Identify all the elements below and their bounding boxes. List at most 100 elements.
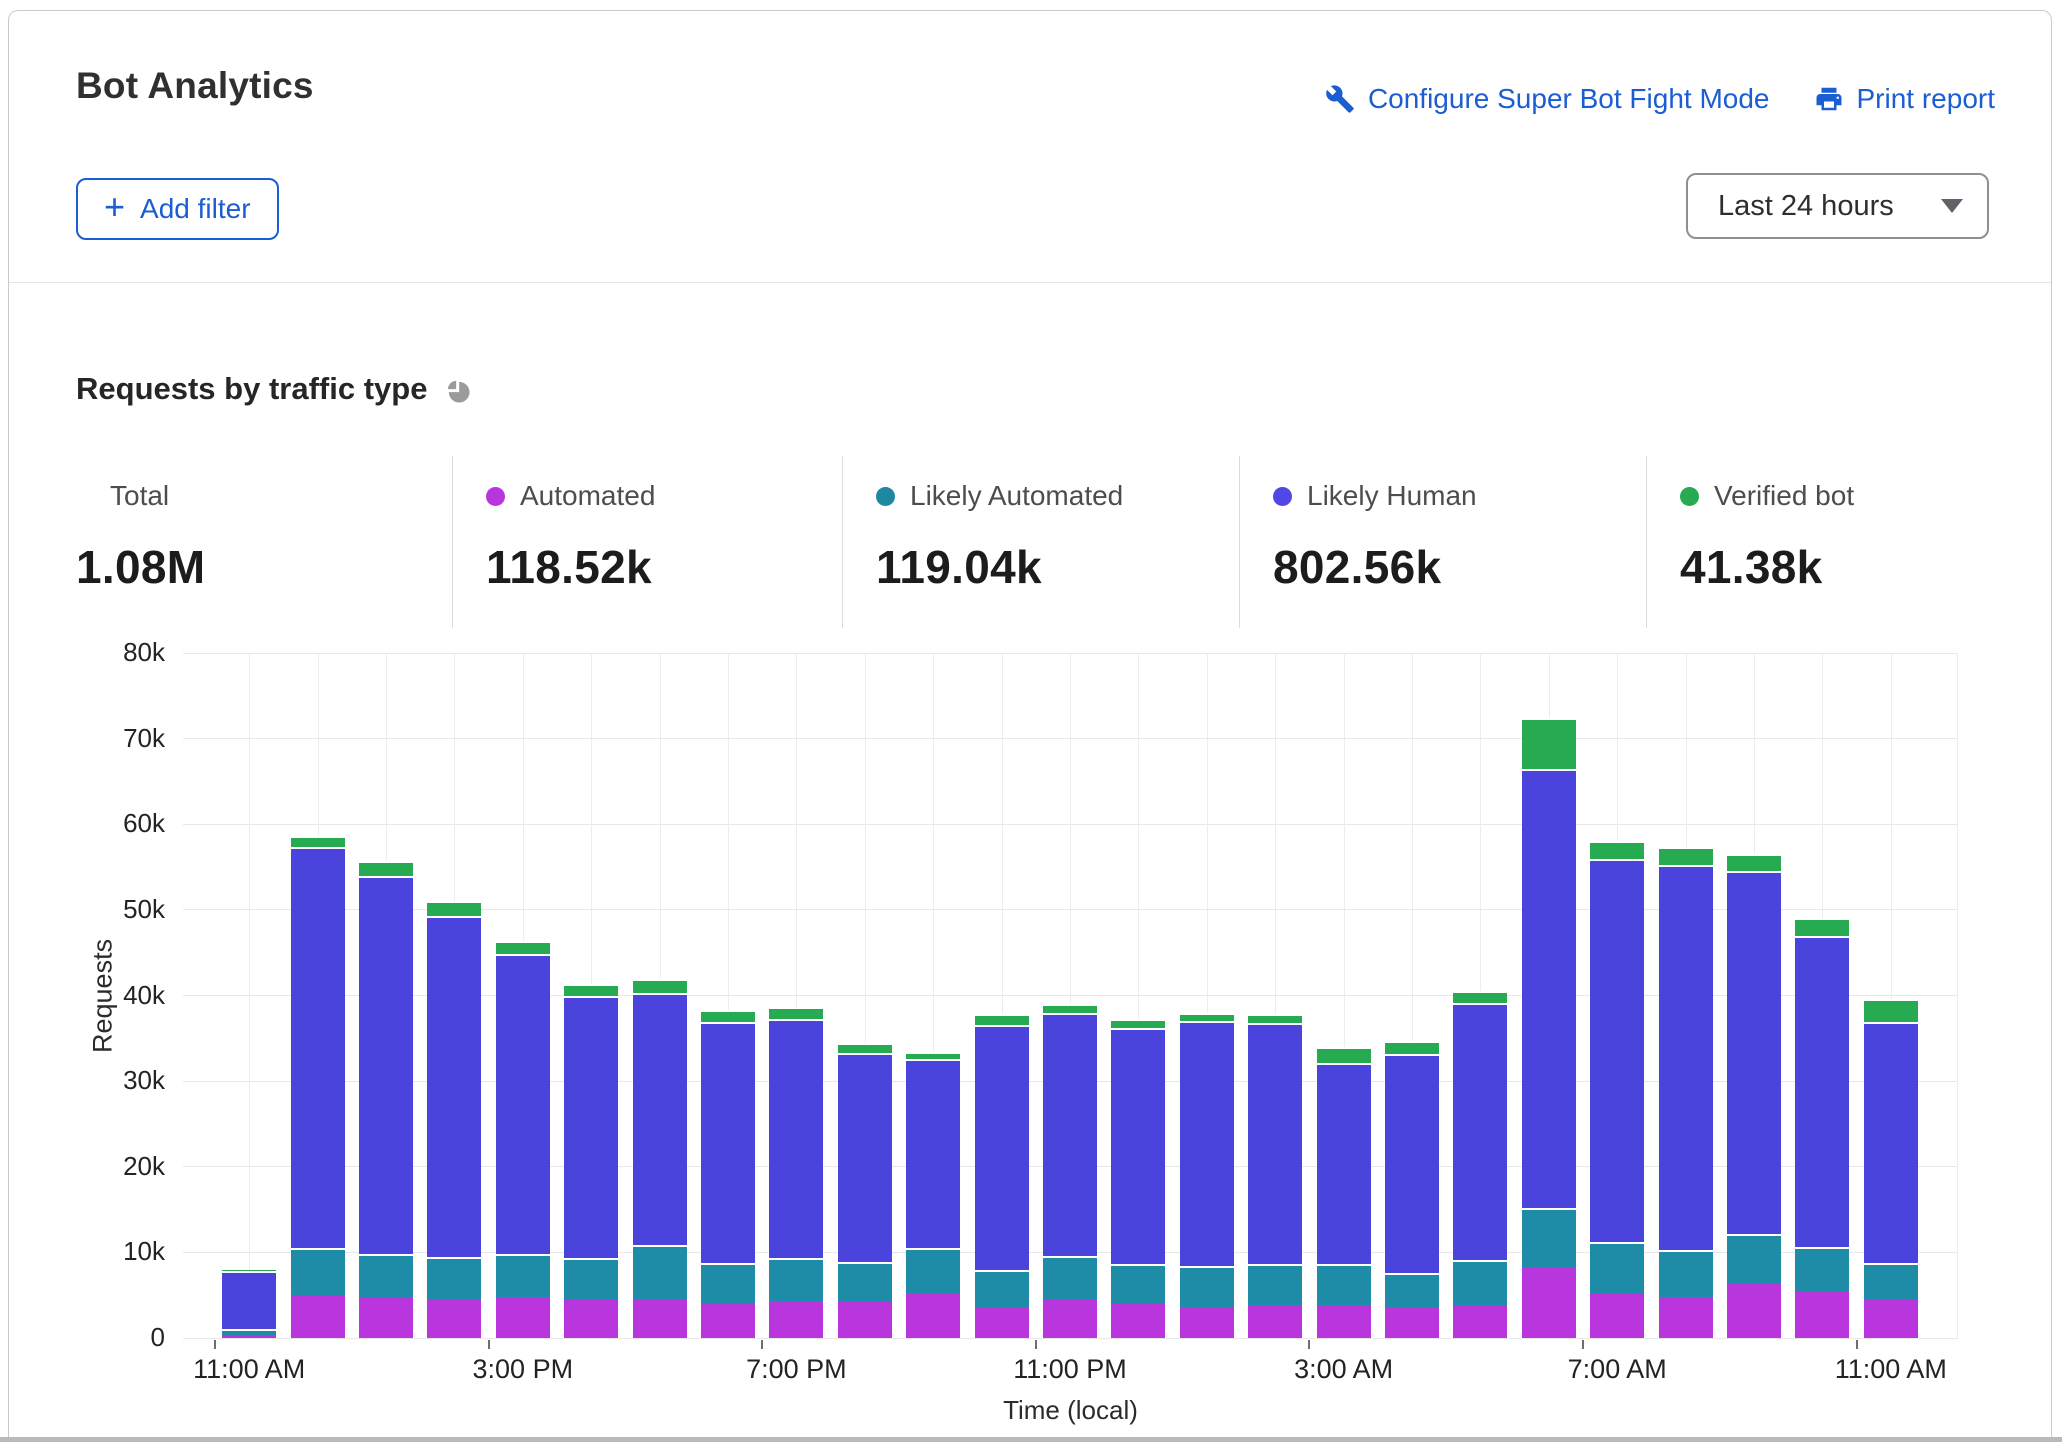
segment-automated[interactable]: [1248, 1305, 1302, 1338]
segment-automated[interactable]: [1795, 1291, 1849, 1338]
bar-100pm[interactable]: [359, 653, 413, 1338]
segment-likely-human[interactable]: [359, 876, 413, 1254]
segment-verified-bot[interactable]: [222, 1270, 276, 1272]
segment-likely-automated[interactable]: [1248, 1264, 1302, 1305]
bar-600am[interactable]: [1522, 653, 1576, 1338]
segment-likely-human[interactable]: [222, 1271, 276, 1328]
segment-likely-human[interactable]: [1180, 1021, 1234, 1266]
segment-verified-bot[interactable]: [1385, 1041, 1439, 1054]
bar-1200pm[interactable]: [291, 653, 345, 1338]
segment-likely-human[interactable]: [1385, 1054, 1439, 1273]
bar-1100am[interactable]: [222, 653, 276, 1338]
segment-verified-bot[interactable]: [1111, 1019, 1165, 1028]
bar-1100pm[interactable]: [1043, 653, 1097, 1338]
segment-verified-bot[interactable]: [1864, 999, 1918, 1022]
bar-400am[interactable]: [1385, 653, 1439, 1338]
bar-1000pm[interactable]: [975, 653, 1029, 1338]
segment-likely-automated[interactable]: [496, 1254, 550, 1297]
segment-likely-automated[interactable]: [1659, 1250, 1713, 1297]
bar-600pm[interactable]: [701, 653, 755, 1338]
segment-likely-human[interactable]: [633, 993, 687, 1245]
segment-automated[interactable]: [1453, 1305, 1507, 1338]
segment-likely-automated[interactable]: [1111, 1264, 1165, 1303]
segment-likely-automated[interactable]: [1795, 1247, 1849, 1291]
segment-likely-automated[interactable]: [1727, 1234, 1781, 1285]
segment-likely-automated[interactable]: [906, 1248, 960, 1293]
add-filter-button[interactable]: + Add filter: [76, 178, 279, 240]
segment-likely-human[interactable]: [1317, 1063, 1371, 1264]
segment-likely-automated[interactable]: [1590, 1242, 1644, 1293]
segment-likely-human[interactable]: [1659, 865, 1713, 1250]
segment-likely-human[interactable]: [838, 1053, 892, 1262]
bar-900pm[interactable]: [906, 653, 960, 1338]
bar-1100am[interactable]: [1864, 653, 1918, 1338]
segment-likely-human[interactable]: [769, 1019, 823, 1258]
segment-likely-human[interactable]: [906, 1059, 960, 1248]
segment-verified-bot[interactable]: [1727, 854, 1781, 870]
segment-likely-automated[interactable]: [291, 1248, 345, 1295]
segment-likely-human[interactable]: [1111, 1028, 1165, 1264]
bar-1000am[interactable]: [1795, 653, 1849, 1338]
bar-700pm[interactable]: [769, 653, 823, 1338]
segment-verified-bot[interactable]: [906, 1052, 960, 1059]
segment-likely-human[interactable]: [427, 916, 481, 1257]
segment-likely-human[interactable]: [291, 847, 345, 1248]
segment-verified-bot[interactable]: [496, 941, 550, 954]
segment-likely-human[interactable]: [564, 996, 618, 1258]
segment-verified-bot[interactable]: [1795, 918, 1849, 936]
segment-likely-human[interactable]: [1795, 936, 1849, 1247]
segment-likely-automated[interactable]: [838, 1262, 892, 1302]
segment-verified-bot[interactable]: [1043, 1004, 1097, 1013]
segment-automated[interactable]: [1043, 1299, 1097, 1338]
bar-500pm[interactable]: [633, 653, 687, 1338]
segment-automated[interactable]: [975, 1308, 1029, 1338]
segment-likely-automated[interactable]: [701, 1263, 755, 1304]
segment-likely-automated[interactable]: [769, 1258, 823, 1301]
segment-automated[interactable]: [1385, 1307, 1439, 1338]
segment-verified-bot[interactable]: [564, 984, 618, 996]
segment-verified-bot[interactable]: [1248, 1014, 1302, 1023]
configure-super-bot-fight-mode-link[interactable]: Configure Super Bot Fight Mode: [1325, 83, 1770, 115]
bar-800pm[interactable]: [838, 653, 892, 1338]
segment-likely-automated[interactable]: [975, 1270, 1029, 1308]
segment-likely-human[interactable]: [1453, 1003, 1507, 1260]
segment-automated[interactable]: [1590, 1293, 1644, 1338]
segment-automated[interactable]: [906, 1293, 960, 1338]
segment-automated[interactable]: [222, 1335, 276, 1338]
segment-automated[interactable]: [838, 1302, 892, 1338]
segment-likely-human[interactable]: [1727, 871, 1781, 1234]
segment-verified-bot[interactable]: [427, 901, 481, 916]
bar-900am[interactable]: [1727, 653, 1781, 1338]
segment-automated[interactable]: [633, 1299, 687, 1338]
segment-verified-bot[interactable]: [1453, 991, 1507, 1003]
bar-700am[interactable]: [1590, 653, 1644, 1338]
segment-likely-automated[interactable]: [1043, 1256, 1097, 1300]
segment-likely-human[interactable]: [1590, 859, 1644, 1242]
time-range-select[interactable]: Last 24 hours: [1686, 173, 1989, 239]
segment-likely-automated[interactable]: [359, 1254, 413, 1298]
segment-automated[interactable]: [427, 1299, 481, 1338]
segment-verified-bot[interactable]: [1590, 841, 1644, 859]
segment-likely-human[interactable]: [975, 1025, 1029, 1271]
segment-verified-bot[interactable]: [975, 1014, 1029, 1024]
segment-automated[interactable]: [701, 1304, 755, 1338]
segment-verified-bot[interactable]: [1317, 1047, 1371, 1063]
segment-likely-human[interactable]: [1043, 1013, 1097, 1256]
bar-100am[interactable]: [1180, 653, 1234, 1338]
segment-likely-automated[interactable]: [564, 1258, 618, 1300]
segment-verified-bot[interactable]: [1522, 718, 1576, 769]
segment-likely-automated[interactable]: [1522, 1208, 1576, 1267]
bar-800am[interactable]: [1659, 653, 1713, 1338]
bar-1200am[interactable]: [1111, 653, 1165, 1338]
segment-likely-automated[interactable]: [427, 1257, 481, 1300]
segment-likely-human[interactable]: [1864, 1022, 1918, 1263]
segment-automated[interactable]: [1317, 1305, 1371, 1338]
segment-automated[interactable]: [359, 1298, 413, 1338]
segment-automated[interactable]: [1659, 1297, 1713, 1338]
segment-likely-automated[interactable]: [1385, 1273, 1439, 1307]
segment-automated[interactable]: [291, 1295, 345, 1338]
segment-likely-human[interactable]: [1248, 1023, 1302, 1264]
segment-automated[interactable]: [496, 1297, 550, 1338]
segment-automated[interactable]: [1727, 1284, 1781, 1338]
segment-likely-automated[interactable]: [633, 1245, 687, 1300]
